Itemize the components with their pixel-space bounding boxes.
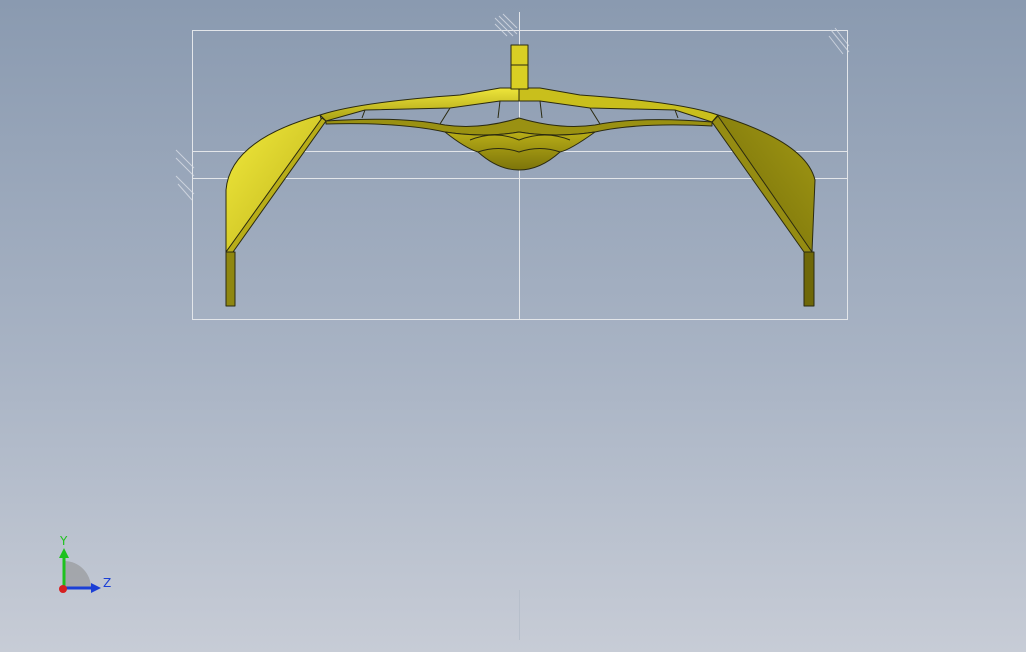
y-axis-label: Y <box>59 534 68 548</box>
x-axis-dot <box>59 585 67 593</box>
left-leg[interactable] <box>225 251 236 307</box>
plane-marker-left <box>175 149 195 201</box>
top-band-right[interactable] <box>518 87 719 123</box>
cad-viewport[interactable]: Y Z <box>0 0 1026 652</box>
y-axis-arrow <box>59 548 69 558</box>
plane-marker-top <box>494 13 518 37</box>
orientation-triad[interactable]: Y Z <box>59 534 111 593</box>
top-band-left[interactable] <box>319 87 520 122</box>
triad-quarter-disc <box>64 561 91 588</box>
z-axis-arrow <box>91 583 101 593</box>
sheet-metal-part[interactable] <box>225 44 816 307</box>
plane-marker-right <box>828 27 850 55</box>
top-tab[interactable] <box>510 44 529 90</box>
right-leg[interactable] <box>803 251 815 307</box>
z-axis-label: Z <box>103 576 111 590</box>
model-canvas[interactable]: Y Z <box>0 0 1026 652</box>
